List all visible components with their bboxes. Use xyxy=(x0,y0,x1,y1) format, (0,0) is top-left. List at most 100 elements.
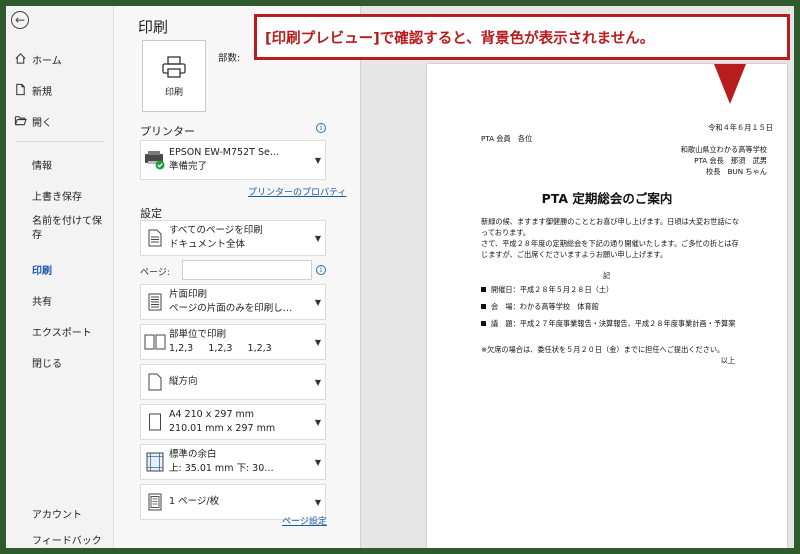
chevron-down-icon: ▼ xyxy=(314,233,322,243)
paper-size-select[interactable]: A4 210 x 297 mm 210.01 mm x 297 mm ▼ xyxy=(140,404,326,440)
document-pages-icon xyxy=(141,220,169,256)
nav-item-label: 印刷 xyxy=(32,265,52,277)
doc-sender-pta: PTA 会長 那須 武男 xyxy=(694,156,767,165)
doc-ijou: 以上 xyxy=(720,356,735,365)
nav-item-home[interactable]: ホーム xyxy=(6,46,112,72)
dropdown-line2: 上: 35.01 mm 下: 30… xyxy=(169,463,274,474)
doc-body-line: 新緑の候、ますます御健勝のこととお喜び申し上げます。日頃は大変お世話にな xyxy=(481,217,740,226)
dropdown-line1: 標準の余白 xyxy=(169,449,217,460)
bullet-icon xyxy=(481,304,486,309)
print-settings-panel: 印刷 印刷 部数: プリンター i EPSON EW-M752T Se… 準備完… xyxy=(114,6,360,548)
backstage-nav: ← ホーム 新規 開く 情報 上書き保存 名前を付けて保存 印刷 共有 エクスポ… xyxy=(6,6,114,548)
dropdown-line1: 縦方向 xyxy=(169,376,198,387)
orientation-select[interactable]: 縦方向 ▼ xyxy=(140,364,326,400)
margins-icon xyxy=(141,444,169,480)
doc-date: 令和４年６月１５日 xyxy=(708,123,773,132)
nav-item-open[interactable]: 開く xyxy=(6,108,112,134)
doc-item-text: 開催日：平成２８年５月２８日（土） xyxy=(491,285,614,294)
nav-item-save-as[interactable]: 名前を付けて保存 xyxy=(6,210,106,250)
nav-item-label: アカウント xyxy=(32,509,82,521)
pages-range-select[interactable]: すべてのページを印刷 ドキュメント全体 ▼ xyxy=(140,220,326,256)
pages-input[interactable] xyxy=(182,260,312,280)
nav-item-label: 上書き保存 xyxy=(32,191,82,203)
dropdown-line1: 片面印刷 xyxy=(169,289,208,300)
nav-item-info[interactable]: 情報 xyxy=(6,151,112,177)
nav-item-label: 情報 xyxy=(32,160,52,172)
doc-recipient: PTA 会員 各位 xyxy=(481,134,533,143)
new-document-icon xyxy=(16,83,25,96)
page-setup-link[interactable]: ページ設定 xyxy=(282,514,327,527)
pages-per-sheet-icon xyxy=(141,484,169,520)
printer-icon xyxy=(162,55,186,78)
annotation-callout: [印刷プレビュー]で確認すると、背景色が表示されません。 xyxy=(254,14,790,60)
nav-item-label: 新規 xyxy=(32,86,52,98)
chevron-down-icon: ▼ xyxy=(314,337,322,347)
doc-note: ※欠席の場合は、委任状を５月２０日（金）までに担任へご提出ください。 xyxy=(481,345,725,354)
dropdown-line2: ドキュメント全体 xyxy=(169,239,246,250)
printer-name: EPSON EW-M752T Se… xyxy=(169,147,280,158)
dropdown-line1: すべてのページを印刷 xyxy=(169,225,263,236)
doc-item-text: 議 題：平成２７年度事業報告・決算報告、平成２８年度事業計画・予算案 xyxy=(491,319,736,328)
dropdown-line1: A4 210 x 297 mm xyxy=(169,409,255,420)
bullet-icon xyxy=(481,321,486,326)
info-icon[interactable]: i xyxy=(316,123,326,133)
single-sided-icon xyxy=(141,284,169,320)
back-arrow-icon[interactable]: ← xyxy=(11,11,29,29)
nav-item-export[interactable]: エクスポート xyxy=(6,318,112,344)
printer-device-icon xyxy=(141,140,169,180)
nav-item-label: フィードバック xyxy=(32,535,102,547)
nav-item-label: 共有 xyxy=(32,296,52,308)
pages-label: ページ: xyxy=(140,268,170,278)
collate-select[interactable]: 部単位で印刷 1,2,3 1,2,3 1,2,3 ▼ xyxy=(140,324,326,360)
nav-item-label: ホーム xyxy=(32,55,62,67)
printer-select[interactable]: EPSON EW-M752T Se… 準備完了 ▼ xyxy=(140,140,326,180)
settings-section-label: 設定 xyxy=(140,207,162,220)
chevron-down-icon: ▼ xyxy=(314,457,322,467)
doc-ki: 記 xyxy=(603,271,611,280)
sided-print-select[interactable]: 片面印刷 ページの片面のみを印刷し… ▼ xyxy=(140,284,326,320)
doc-sender-principal: 校長 BUN ちゃん xyxy=(706,167,767,176)
nav-item-label: 開く xyxy=(32,117,52,129)
doc-body-line: じますが、ご出席くださいますようお願い申し上げます。 xyxy=(481,250,668,259)
callout-pointer-arrow xyxy=(714,64,746,104)
nav-item-label: エクスポート xyxy=(32,327,92,339)
chevron-down-icon: ▼ xyxy=(314,377,322,387)
doc-body-line: っております。 xyxy=(481,228,531,237)
chevron-down-icon: ▼ xyxy=(314,155,322,165)
portrait-icon xyxy=(141,364,169,400)
chevron-down-icon: ▼ xyxy=(314,417,322,427)
chevron-down-icon: ▼ xyxy=(314,297,322,307)
dropdown-line1: 1 ページ/枚 xyxy=(169,496,220,507)
backstage-window: ← ホーム 新規 開く 情報 上書き保存 名前を付けて保存 印刷 共有 エクスポ… xyxy=(6,6,794,548)
nav-item-account[interactable]: アカウント xyxy=(6,500,112,526)
dropdown-line2: 210.01 mm x 297 mm xyxy=(169,423,276,434)
nav-item-share[interactable]: 共有 xyxy=(6,287,112,313)
dropdown-line2: 1,2,3 1,2,3 1,2,3 xyxy=(169,343,272,354)
doc-item-venue: 会 場：わかる高等学校 体育館 xyxy=(481,301,599,312)
doc-item-text: 会 場：わかる高等学校 体育館 xyxy=(491,302,599,311)
preview-page: 令和４年６月１５日 PTA 会員 各位 和歌山県立わかる高等学校 PTA 会長 … xyxy=(427,64,787,548)
copies-label: 部数: xyxy=(218,53,241,64)
print-button-label: 印刷 xyxy=(164,87,183,98)
page-title: 印刷 xyxy=(138,18,169,36)
nav-item-new[interactable]: 新規 xyxy=(6,77,112,103)
bullet-icon xyxy=(481,287,486,292)
info-icon[interactable]: i xyxy=(316,265,326,275)
doc-body-line: さて、平成２８年度の定期総会を下記の通り開催いたします。ご多忙の折とは存 xyxy=(481,239,739,248)
dropdown-line2: ページの片面のみを印刷し… xyxy=(169,303,293,314)
nav-item-label: 名前を付けて保存 xyxy=(32,216,102,241)
nav-item-print[interactable]: 印刷 xyxy=(6,256,112,282)
nav-divider xyxy=(16,141,104,142)
nav-item-close[interactable]: 閉じる xyxy=(6,349,112,375)
margins-select[interactable]: 標準の余白 上: 35.01 mm 下: 30… ▼ xyxy=(140,444,326,480)
nav-item-save[interactable]: 上書き保存 xyxy=(6,182,112,208)
nav-item-feedback[interactable]: フィードバック xyxy=(6,526,112,548)
printer-status: 準備完了 xyxy=(169,161,208,172)
print-button[interactable]: 印刷 xyxy=(142,40,206,112)
folder-open-icon xyxy=(14,116,27,126)
collate-icon xyxy=(141,324,169,360)
chevron-down-icon: ▼ xyxy=(314,497,322,507)
printer-properties-link[interactable]: プリンターのプロパティ xyxy=(248,185,346,198)
home-icon xyxy=(15,53,26,64)
dropdown-line1: 部単位で印刷 xyxy=(169,329,227,340)
